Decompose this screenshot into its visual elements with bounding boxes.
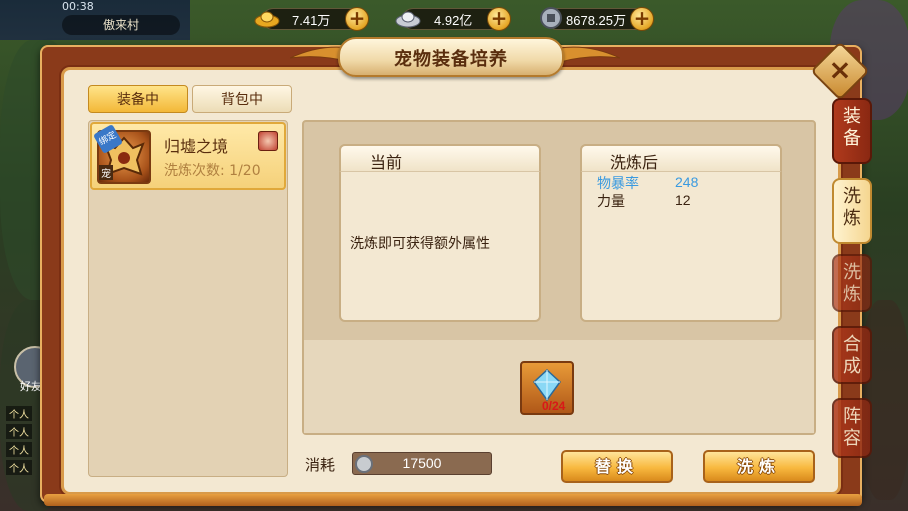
silver-amount: 4.92亿 [434, 13, 473, 28]
tab-backpack[interactable]: 背包中 [192, 85, 292, 113]
chat-line: 个人 [6, 442, 32, 457]
add-gold-button[interactable]: + [345, 7, 369, 31]
coins-amount: 8678.25万 [566, 13, 626, 28]
tab-equipped[interactable]: 装备中 [88, 85, 188, 113]
after-title: 洗炼后 [610, 153, 659, 172]
friend-label: 好友 [20, 380, 42, 393]
current-title: 当前 [370, 153, 403, 172]
attribute-value: 12 [675, 192, 691, 208]
empty-hint: 洗炼即可获得额外属性 [350, 236, 490, 252]
attribute-name: 力量 [597, 194, 625, 210]
silver-ingot-icon [395, 11, 421, 28]
material-count: 0/24 [542, 399, 566, 413]
side-tab-label: 合成 [843, 334, 861, 377]
attribute-value: 248 [675, 174, 699, 190]
coin-icon [540, 7, 562, 29]
cost-label: 消耗 [305, 456, 336, 474]
side-tab-refine-secondary[interactable]: 洗炼 [832, 254, 872, 312]
side-tab-equip[interactable]: 装备 [832, 98, 872, 164]
side-tab-label: 阵容 [843, 406, 861, 449]
crystal-icon [533, 368, 561, 402]
side-tab-label: 洗炼 [843, 186, 861, 229]
add-silver-button[interactable]: + [487, 7, 511, 31]
refine-button[interactable]: 洗炼 [703, 450, 815, 483]
coin-icon [355, 455, 373, 473]
clock: 00:38 [62, 0, 94, 13]
side-tab-compose[interactable]: 合成 [832, 326, 872, 384]
close-icon: × [828, 53, 852, 86]
panel-title: 宠物装备培养 [394, 49, 508, 70]
panel-bottom-trim [44, 494, 862, 506]
chat-line: 个人 [6, 406, 32, 421]
banner-wing-right-icon [560, 46, 620, 63]
replace-button[interactable]: 替换 [561, 450, 673, 483]
side-tab-refine[interactable]: 洗炼 [832, 178, 872, 244]
gold-ingot-icon [254, 11, 280, 28]
refine-count: 洗炼次数: 1/20 [164, 163, 261, 179]
gold-amount: 7.41万 [292, 13, 331, 28]
add-coins-button[interactable]: + [630, 7, 654, 31]
attribute-name: 物暴率 [597, 176, 639, 192]
item-name: 归墟之境 [164, 137, 229, 156]
side-tab-label: 装备 [843, 106, 861, 149]
location-label[interactable]: 傲来村 [62, 15, 180, 35]
side-tab-lineup[interactable]: 阵容 [832, 398, 872, 458]
side-tab-label: 洗炼 [843, 262, 861, 305]
chat-line: 个人 [6, 424, 32, 439]
pet-tag: 宠 [99, 165, 113, 180]
pet-avatar-icon [258, 131, 278, 151]
chat-line: 个人 [6, 460, 32, 475]
cost-value: 17500 [402, 455, 442, 471]
